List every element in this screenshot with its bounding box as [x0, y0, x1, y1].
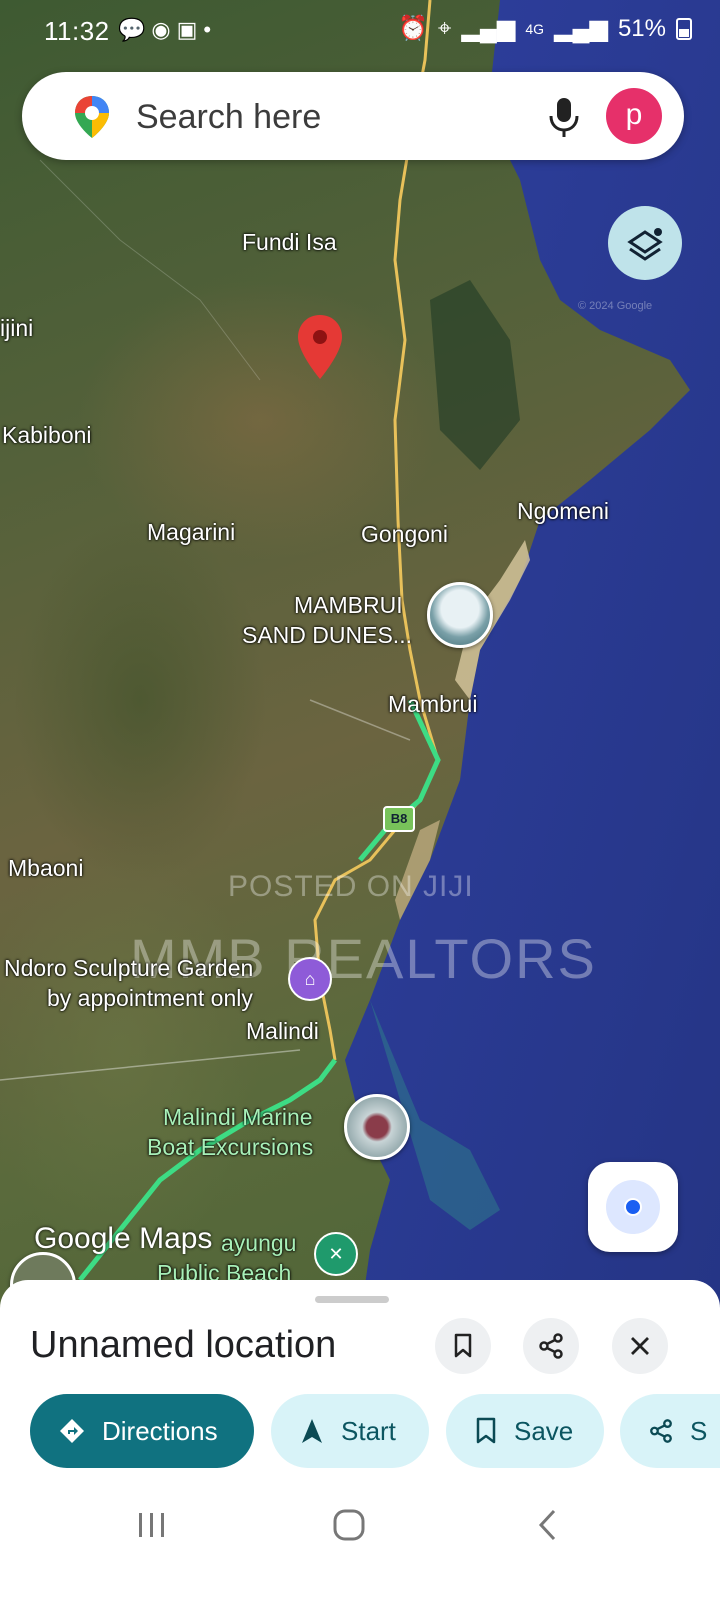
- home-icon[interactable]: [332, 1508, 366, 1542]
- map-label-mambrui[interactable]: Mambrui: [388, 691, 477, 719]
- signal-icon: ▂▄▆: [461, 15, 516, 42]
- place-title: Unnamed location: [30, 1324, 337, 1366]
- mambrui-dunes-photo-marker[interactable]: [427, 582, 493, 648]
- bookmark-button[interactable]: [435, 1318, 491, 1374]
- road-shield-b8: B8: [383, 806, 415, 832]
- map-view[interactable]: Fundi Isa ijini Kabiboni Magarini Gongon…: [0, 0, 720, 1320]
- network-type: 4G: [525, 20, 545, 37]
- share-icon: [539, 1333, 563, 1359]
- avatar[interactable]: p: [606, 88, 662, 144]
- share-label: S: [690, 1415, 708, 1446]
- close-button[interactable]: [612, 1318, 668, 1374]
- map-copyright: © 2024 Google: [578, 300, 653, 312]
- microphone-icon[interactable]: [546, 96, 582, 138]
- facebook-icon: ▣: [176, 17, 198, 42]
- save-button[interactable]: Save: [446, 1394, 604, 1468]
- map-label-ngomeni[interactable]: Ngomeni: [517, 498, 609, 526]
- map-label-mambrui-dunes-1[interactable]: MAMBRUI: [294, 592, 403, 620]
- close-icon: [631, 1337, 649, 1355]
- marine-photo-marker[interactable]: [344, 1094, 410, 1160]
- alarm-icon: ⏰: [398, 15, 428, 42]
- google-maps-logo: Google Maps: [34, 1222, 213, 1255]
- map-label-gongoni[interactable]: Gongoni: [361, 521, 448, 549]
- maps-logo-icon: [75, 96, 109, 138]
- dropped-pin-icon[interactable]: [296, 313, 344, 381]
- system-nav-bar: [0, 1470, 720, 1600]
- location-icon: ⌖: [437, 14, 452, 42]
- bookmark-icon: [454, 1333, 472, 1358]
- sheet-drag-handle[interactable]: [315, 1296, 389, 1303]
- map-label-ndoro-1[interactable]: Ndoro Sculpture Garden: [4, 955, 253, 983]
- search-input[interactable]: [134, 90, 518, 144]
- map-label-marine-2[interactable]: Boat Excursions: [147, 1134, 313, 1162]
- layers-button[interactable]: [608, 206, 682, 280]
- battery-percent: 51%: [617, 14, 666, 42]
- status-bar: 11:32 💬 ◉ ▣ • ⏰ ⌖ ▂▄▆ 4G ▂▄▆ 51%: [0, 0, 720, 62]
- save-label: Save: [514, 1415, 574, 1446]
- map-label-malindi[interactable]: Malindi: [246, 1018, 319, 1046]
- map-label-kabiboni[interactable]: Kabiboni: [2, 422, 92, 450]
- back-icon[interactable]: [536, 1508, 560, 1542]
- share-button[interactable]: [523, 1318, 579, 1374]
- recent-apps-icon[interactable]: [136, 1510, 168, 1540]
- map-label-ndoro-2[interactable]: by appointment only: [47, 985, 253, 1013]
- map-label-magarini[interactable]: Magarini: [147, 519, 235, 547]
- map-label-mambrui-dunes-2[interactable]: SAND DUNES...: [242, 622, 412, 650]
- my-location-icon: [624, 1198, 642, 1216]
- map-label-fundi-isa[interactable]: Fundi Isa: [242, 229, 337, 257]
- beach-poi-icon[interactable]: ✕: [314, 1232, 358, 1276]
- map-label-beach-1[interactable]: ayungu: [221, 1230, 296, 1258]
- navigation-arrow-icon: [302, 1419, 322, 1443]
- messenger-icon: ◉: [151, 17, 171, 42]
- battery-icon: [676, 17, 692, 40]
- map-label-marine-1[interactable]: Malindi Marine: [163, 1104, 313, 1132]
- directions-icon: [60, 1419, 84, 1443]
- start-button[interactable]: Start: [271, 1394, 429, 1468]
- my-location-button[interactable]: [588, 1162, 678, 1252]
- watermark-posted-on: POSTED ON JIJI: [228, 870, 474, 903]
- directions-label: Directions: [102, 1415, 218, 1446]
- directions-button[interactable]: Directions: [30, 1394, 254, 1468]
- layers-icon: [627, 228, 663, 261]
- search-bar[interactable]: p: [22, 72, 684, 160]
- notification-icons: 💬 ◉ ▣ •: [118, 17, 211, 43]
- map-label-ijini[interactable]: ijini: [0, 315, 33, 343]
- dot-icon: •: [203, 17, 212, 42]
- system-icons: ⏰ ⌖ ▂▄▆ 4G ▂▄▆ 51%: [398, 14, 692, 43]
- start-label: Start: [341, 1415, 396, 1446]
- map-label-mbaoni[interactable]: Mbaoni: [8, 855, 83, 883]
- chat-bubble-icon: 💬: [118, 17, 146, 42]
- signal-icon-2: ▂▄▆: [554, 15, 608, 42]
- museum-poi-icon[interactable]: ⌂: [288, 957, 332, 1001]
- status-time: 11:32: [44, 16, 110, 46]
- bookmark-icon: [476, 1417, 496, 1444]
- share-chip-button[interactable]: S: [620, 1394, 720, 1468]
- share-icon: [650, 1419, 672, 1443]
